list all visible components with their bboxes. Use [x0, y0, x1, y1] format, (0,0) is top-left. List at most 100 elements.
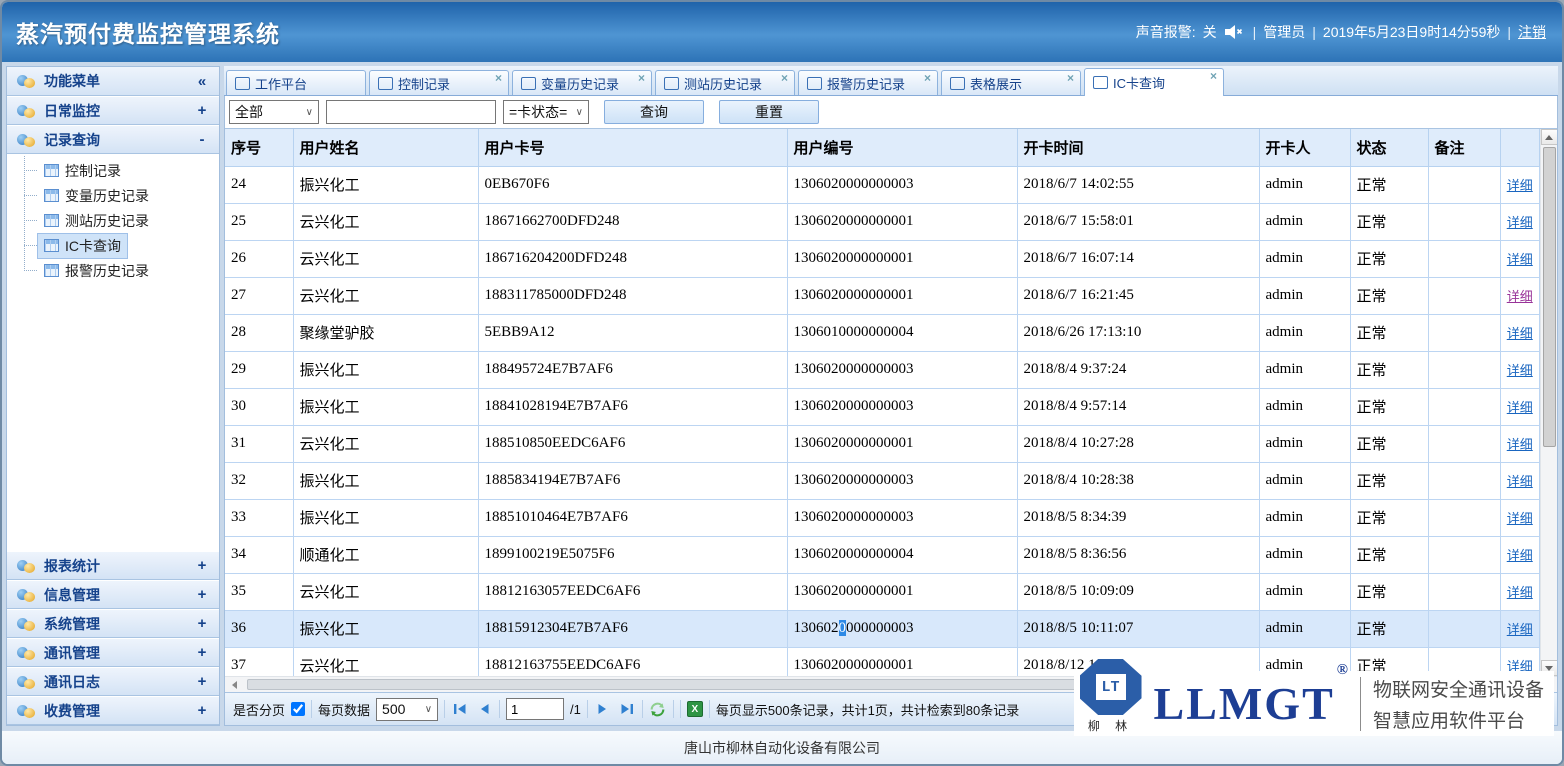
sidebar-item-ic-card-query[interactable]: IC卡查询: [7, 233, 219, 258]
excel-export-icon[interactable]: X: [687, 701, 703, 717]
expand-icon[interactable]: +: [195, 673, 209, 690]
sidebar-collapse-icon[interactable]: «: [195, 73, 209, 90]
table-row[interactable]: 26云兴化工186716204200DFD2481306020000000001…: [225, 240, 1540, 277]
table-row[interactable]: 27云兴化工188311785000DFD2481306020000000001…: [225, 277, 1540, 314]
detail-link[interactable]: 详细: [1507, 548, 1533, 563]
close-icon[interactable]: ×: [495, 73, 502, 83]
tab-table-display[interactable]: 表格展示×: [941, 70, 1081, 95]
detail-link[interactable]: 详细: [1507, 511, 1533, 526]
expand-icon[interactable]: +: [195, 702, 209, 719]
page-number-input[interactable]: [506, 698, 564, 720]
cell-detail: 详细: [1500, 240, 1540, 277]
close-icon[interactable]: ×: [638, 73, 645, 83]
sidebar-group-system-mgmt[interactable]: 系统管理 +: [7, 609, 219, 638]
expand-icon[interactable]: +: [195, 615, 209, 632]
detail-link[interactable]: 详细: [1507, 585, 1533, 600]
expand-icon[interactable]: +: [195, 644, 209, 661]
tab-variable-history[interactable]: 变量历史记录×: [512, 70, 652, 95]
refresh-icon[interactable]: [649, 700, 667, 718]
last-page-icon[interactable]: [618, 700, 636, 718]
detail-link[interactable]: 详细: [1507, 474, 1533, 489]
document-icon: [950, 77, 965, 90]
table-row[interactable]: 24振兴化工0EB670F613060200000000032018/6/7 1…: [225, 166, 1540, 203]
sidebar-group-fee-mgmt[interactable]: 收费管理+: [7, 696, 219, 725]
table-row[interactable]: 25云兴化工18671662700DFD24813060200000000012…: [225, 203, 1540, 240]
sidebar-item-station-history[interactable]: 测站历史记录: [7, 208, 219, 233]
tab-ic-card-query[interactable]: IC卡查询×: [1084, 68, 1224, 96]
card-status-select[interactable]: =卡状态= ∨: [503, 100, 589, 124]
tab-station-history[interactable]: 测站历史记录×: [655, 70, 795, 95]
sidebar-item-alarm-history[interactable]: 报警历史记录: [7, 258, 219, 283]
expand-icon[interactable]: +: [195, 586, 209, 603]
table-row[interactable]: 32振兴化工1885834194E7B7AF613060200000000032…: [225, 462, 1540, 499]
sidebar-item-control-records[interactable]: 控制记录: [7, 158, 219, 183]
scroll-left-icon[interactable]: [225, 677, 243, 692]
speaker-muted-icon[interactable]: [1224, 24, 1246, 40]
cell-remark: [1428, 462, 1500, 499]
close-icon[interactable]: ×: [781, 73, 788, 83]
sidebar-group-comm-mgmt[interactable]: 通讯管理+: [7, 638, 219, 667]
query-button[interactable]: 查询: [604, 100, 704, 124]
sidebar-bottom-groups: 报表统计+信息管理+系统管理+通讯管理+通讯日志+收费管理+: [7, 551, 219, 725]
detail-link[interactable]: 详细: [1507, 289, 1533, 304]
app-window: 蒸汽预付费监控管理系统 声音报警: 关 | 管理员 | 2019年5月23日9时…: [0, 0, 1564, 766]
detail-link[interactable]: 详细: [1507, 363, 1533, 378]
group-icon: [17, 675, 36, 689]
first-page-icon[interactable]: [451, 700, 469, 718]
expand-icon[interactable]: +: [195, 557, 209, 574]
tab-control-records[interactable]: 控制记录×: [369, 70, 509, 95]
filter-type-value: 全部: [235, 102, 263, 122]
close-icon[interactable]: ×: [924, 73, 931, 83]
table-row[interactable]: 34顺通化工1899100219E5075F613060200000000042…: [225, 536, 1540, 573]
table-row[interactable]: 33振兴化工18851010464E7B7AF61306020000000003…: [225, 499, 1540, 536]
sidebar-group-label: 系统管理: [44, 614, 100, 634]
keyword-input[interactable]: [326, 100, 496, 124]
vertical-scroll-thumb[interactable]: [1543, 147, 1556, 447]
detail-link[interactable]: 详细: [1507, 622, 1533, 637]
sidebar-group-record-query[interactable]: 记录查询-: [7, 125, 219, 154]
tab-alarm-history[interactable]: 报警历史记录×: [798, 70, 938, 95]
ic-card-table: 序号用户姓名用户卡号用户编号开卡时间开卡人状态备注 24振兴化工0EB670F6…: [225, 129, 1540, 676]
sidebar-item-variable-history[interactable]: 变量历史记录: [7, 183, 219, 208]
horizontal-scroll-thumb[interactable]: [247, 679, 1153, 690]
table-row[interactable]: 30振兴化工18841028194E7B7AF61306020000000003…: [225, 388, 1540, 425]
table-row[interactable]: 28聚缘堂驴胶5EBB9A1213060100000000042018/6/26…: [225, 314, 1540, 351]
page-size-select[interactable]: 500 ∨: [376, 698, 438, 721]
filter-type-select[interactable]: 全部 ∨: [229, 100, 319, 124]
sidebar-group-report-stats[interactable]: 报表统计+: [7, 551, 219, 580]
sidebar-group-daily-monitor[interactable]: 日常监控+: [7, 96, 219, 125]
reset-button[interactable]: 重置: [719, 100, 819, 124]
sidebar-group-info-mgmt[interactable]: 信息管理+: [7, 580, 219, 609]
close-icon[interactable]: ×: [1210, 71, 1217, 81]
prev-page-icon[interactable]: [475, 700, 493, 718]
cell-open-time: 2018/6/7 15:58:01: [1017, 203, 1259, 240]
detail-link[interactable]: 详细: [1507, 326, 1533, 341]
detail-link[interactable]: 详细: [1507, 400, 1533, 415]
close-icon[interactable]: ×: [1067, 73, 1074, 83]
table-row[interactable]: 29振兴化工188495724E7B7AF6130602000000000320…: [225, 351, 1540, 388]
cell-user-no: 1306020000000003: [787, 462, 1017, 499]
logout-link[interactable]: 注销: [1518, 22, 1546, 42]
collapse-icon[interactable]: -: [195, 131, 209, 148]
cell-detail: 详细: [1500, 425, 1540, 462]
table-row[interactable]: 31云兴化工188510850EEDC6AF613060200000000012…: [225, 425, 1540, 462]
table-row[interactable]: 35云兴化工18812163057EEDC6AF6130602000000000…: [225, 573, 1540, 610]
group-icon: [17, 559, 36, 573]
cell-remark: [1428, 314, 1500, 351]
sidebar-group-comm-logs[interactable]: 通讯日志+: [7, 667, 219, 696]
tab-work-platform[interactable]: 工作平台: [226, 70, 366, 95]
paginate-checkbox[interactable]: [291, 702, 305, 716]
detail-link[interactable]: 详细: [1507, 178, 1533, 193]
detail-link[interactable]: 详细: [1507, 252, 1533, 267]
cell-seq: 24: [225, 166, 293, 203]
cell-status: 正常: [1350, 610, 1428, 647]
vertical-scrollbar[interactable]: [1540, 129, 1557, 676]
next-page-icon[interactable]: [594, 700, 612, 718]
scroll-up-icon[interactable]: [1541, 129, 1558, 145]
table-row[interactable]: 36振兴化工18815912304E7B7AF61306020000000003…: [225, 610, 1540, 647]
sidebar-tree: 控制记录变量历史记录测站历史记录IC卡查询报警历史记录: [7, 154, 219, 289]
detail-link[interactable]: 详细: [1507, 215, 1533, 230]
logo-octagon-icon: LT: [1080, 659, 1142, 715]
expand-icon[interactable]: +: [195, 102, 209, 119]
detail-link[interactable]: 详细: [1507, 437, 1533, 452]
